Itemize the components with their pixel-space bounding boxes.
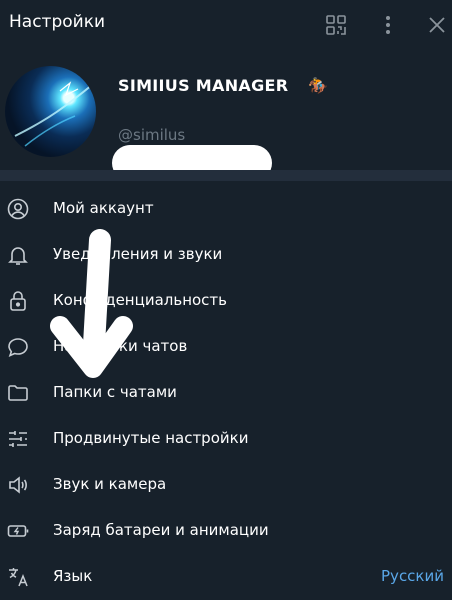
person-icon bbox=[6, 197, 30, 221]
qr-code-icon[interactable] bbox=[324, 13, 348, 37]
menu-item-label: Продвинутые настройки bbox=[53, 429, 249, 447]
language-value: Русский bbox=[381, 567, 444, 585]
more-options-icon[interactable] bbox=[376, 13, 400, 37]
menu-item-advanced-settings[interactable]: Продвинутые настройки bbox=[0, 416, 452, 462]
menu-item-chat-folders[interactable]: Папки с чатами bbox=[0, 370, 452, 416]
menu-item-label: Язык bbox=[53, 567, 93, 585]
folder-icon bbox=[6, 381, 30, 405]
title-bar: Настройки bbox=[0, 0, 452, 50]
menu-item-label: Уведомления и звуки bbox=[53, 245, 223, 263]
menu-item-label: Настройки чатов bbox=[53, 337, 188, 355]
profile-section[interactable]: SIMIIUS MANAGER 🏇 @similus bbox=[0, 50, 452, 181]
menu-item-chat-settings[interactable]: Настройки чатов bbox=[0, 324, 452, 370]
menu-item-label: Заряд батареи и анимации bbox=[53, 521, 269, 539]
menu-item-sound-camera[interactable]: Звук и камера bbox=[0, 462, 452, 508]
profile-username: @similus bbox=[118, 126, 186, 144]
menu-item-label: Звук и камера bbox=[53, 475, 167, 493]
profile-name-emoji: 🏇 bbox=[308, 76, 328, 95]
battery-icon bbox=[6, 519, 30, 543]
menu-item-battery-animations[interactable]: Заряд батареи и анимации bbox=[0, 508, 452, 554]
menu-item-label: Конфиденциальность bbox=[53, 291, 228, 309]
menu-item-notifications[interactable]: Уведомления и звуки bbox=[0, 232, 452, 278]
speaker-icon bbox=[6, 473, 30, 497]
menu-item-language[interactable]: Язык Русский bbox=[0, 554, 452, 600]
menu-item-my-account[interactable]: Мой аккаунт bbox=[0, 186, 452, 232]
chat-bubble-icon bbox=[6, 335, 30, 359]
bell-icon bbox=[6, 243, 30, 267]
lock-icon bbox=[6, 289, 30, 313]
page-title: Настройки bbox=[9, 12, 106, 32]
section-divider bbox=[0, 170, 452, 181]
menu-item-label: Папки с чатами bbox=[53, 383, 177, 401]
close-icon[interactable] bbox=[425, 13, 449, 37]
sliders-icon bbox=[6, 427, 30, 451]
avatar[interactable] bbox=[5, 66, 96, 157]
menu-item-label: Мой аккаунт bbox=[53, 199, 154, 217]
menu-item-privacy[interactable]: Конфиденциальность bbox=[0, 278, 452, 324]
language-icon bbox=[6, 565, 30, 589]
profile-name: SIMIIUS MANAGER bbox=[118, 76, 289, 95]
